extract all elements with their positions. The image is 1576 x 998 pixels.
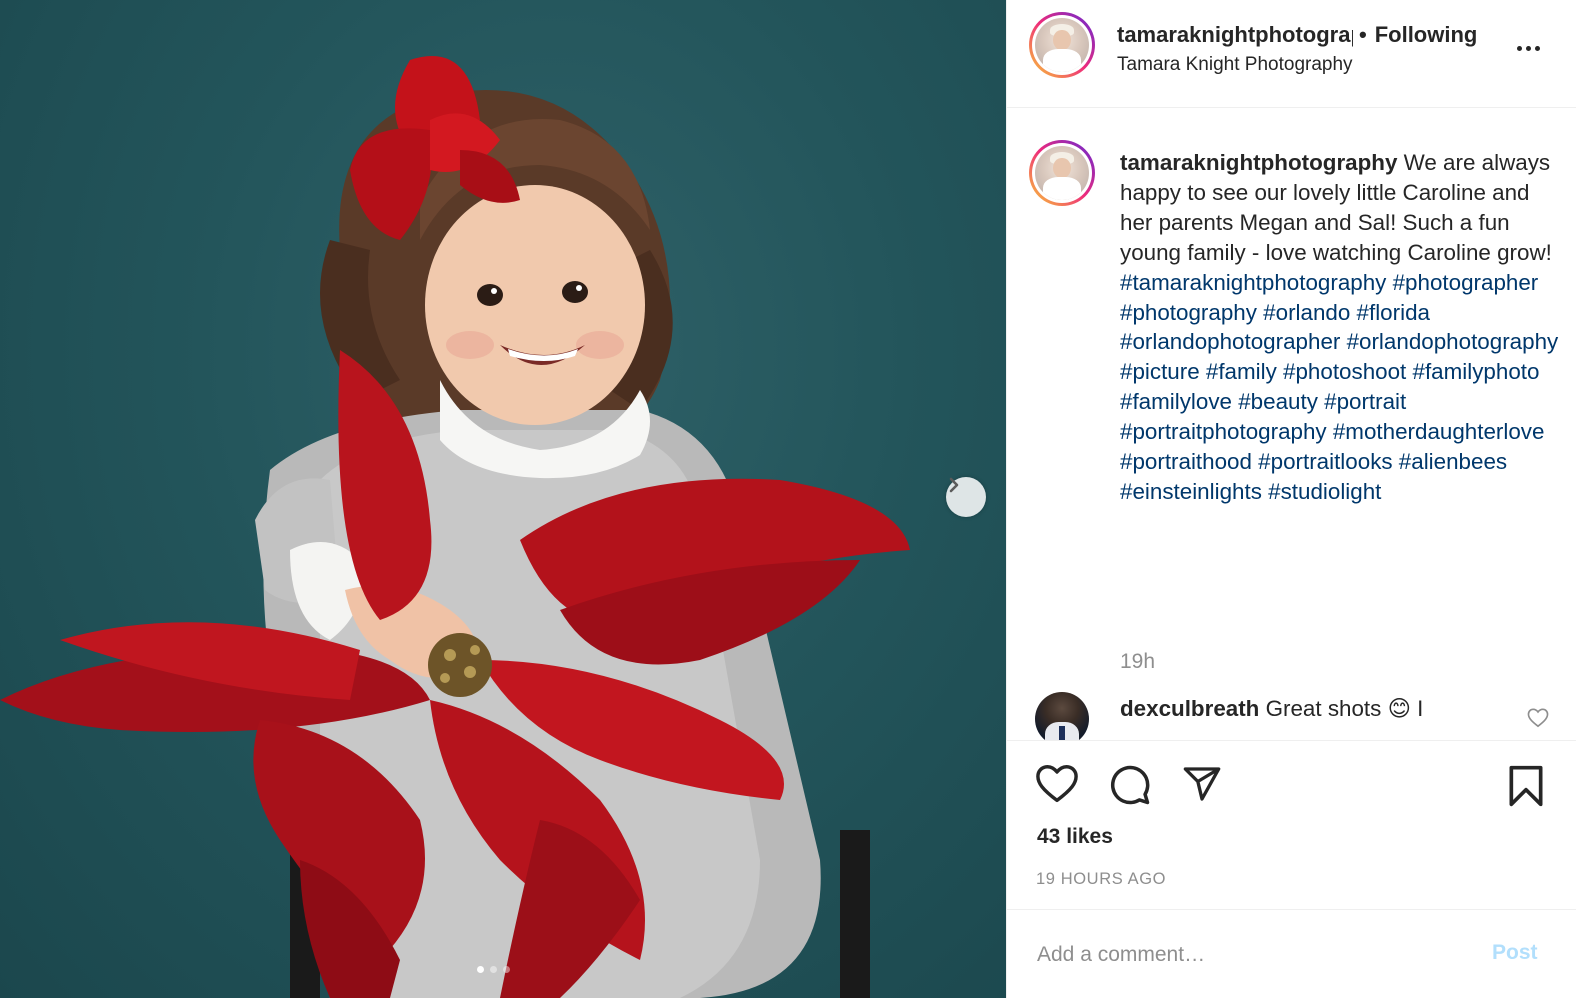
caption-timestamp[interactable]: 19h <box>1120 650 1155 674</box>
likes-count[interactable]: 43 likes <box>1037 825 1113 849</box>
bookmark-icon[interactable] <box>1507 764 1545 808</box>
post-side-panel: tamaraknightphotography • Following Tama… <box>1006 0 1576 998</box>
post-header: tamaraknightphotography • Following Tama… <box>1007 0 1576 108</box>
caption-author-avatar-image <box>1035 146 1089 200</box>
post-comment-button[interactable]: Post <box>1492 941 1538 965</box>
next-image-button[interactable] <box>946 477 986 517</box>
heart-icon[interactable] <box>1035 764 1079 804</box>
comment-item: dexculbreath Great shots 😊 I <box>1007 690 1576 740</box>
photo-illustration <box>0 56 910 998</box>
header-user-line: tamaraknightphotography • Following <box>1117 22 1477 48</box>
comment-icon[interactable] <box>1109 764 1151 806</box>
add-comment-bar: Post <box>1007 909 1576 998</box>
post-timestamp[interactable]: 19 HOURS AGO <box>1036 870 1166 889</box>
caption-username-link[interactable]: tamaraknightphotography <box>1120 150 1397 175</box>
carousel-indicator <box>477 966 510 973</box>
post-photo[interactable] <box>0 0 1006 998</box>
comment-text: Great shots 😊 I <box>1265 696 1424 721</box>
carousel-dot <box>503 966 510 973</box>
more-options-icon[interactable] <box>1517 46 1540 51</box>
carousel-dot-active <box>477 966 484 973</box>
following-button[interactable]: Following <box>1375 22 1478 48</box>
author-username-link[interactable]: tamaraknightphotography <box>1117 22 1353 48</box>
author-avatar-image <box>1035 18 1089 72</box>
post-caption: tamaraknightphotography We are always ha… <box>1120 148 1560 507</box>
comment-text-block: dexculbreath Great shots 😊 I <box>1120 694 1500 724</box>
caption-author-avatar[interactable] <box>1029 140 1095 206</box>
chevron-right-icon <box>949 477 959 493</box>
add-comment-input[interactable] <box>1037 940 1457 970</box>
post-location-link[interactable]: Tamara Knight Photography <box>1117 54 1353 76</box>
header-separator: • <box>1359 22 1367 47</box>
commenter-avatar[interactable] <box>1035 692 1089 740</box>
comment-like-heart-icon[interactable] <box>1527 708 1549 728</box>
paper-plane-icon[interactable] <box>1181 764 1223 804</box>
commenter-username-link[interactable]: dexculbreath <box>1120 696 1259 721</box>
post-action-bar <box>1007 742 1576 832</box>
carousel-dot <box>490 966 497 973</box>
caption-hashtags[interactable]: #tamaraknightphotography #photographer #… <box>1120 270 1558 504</box>
author-avatar[interactable] <box>1029 12 1095 78</box>
comments-section[interactable]: tamaraknightphotography We are always ha… <box>1007 108 1576 741</box>
